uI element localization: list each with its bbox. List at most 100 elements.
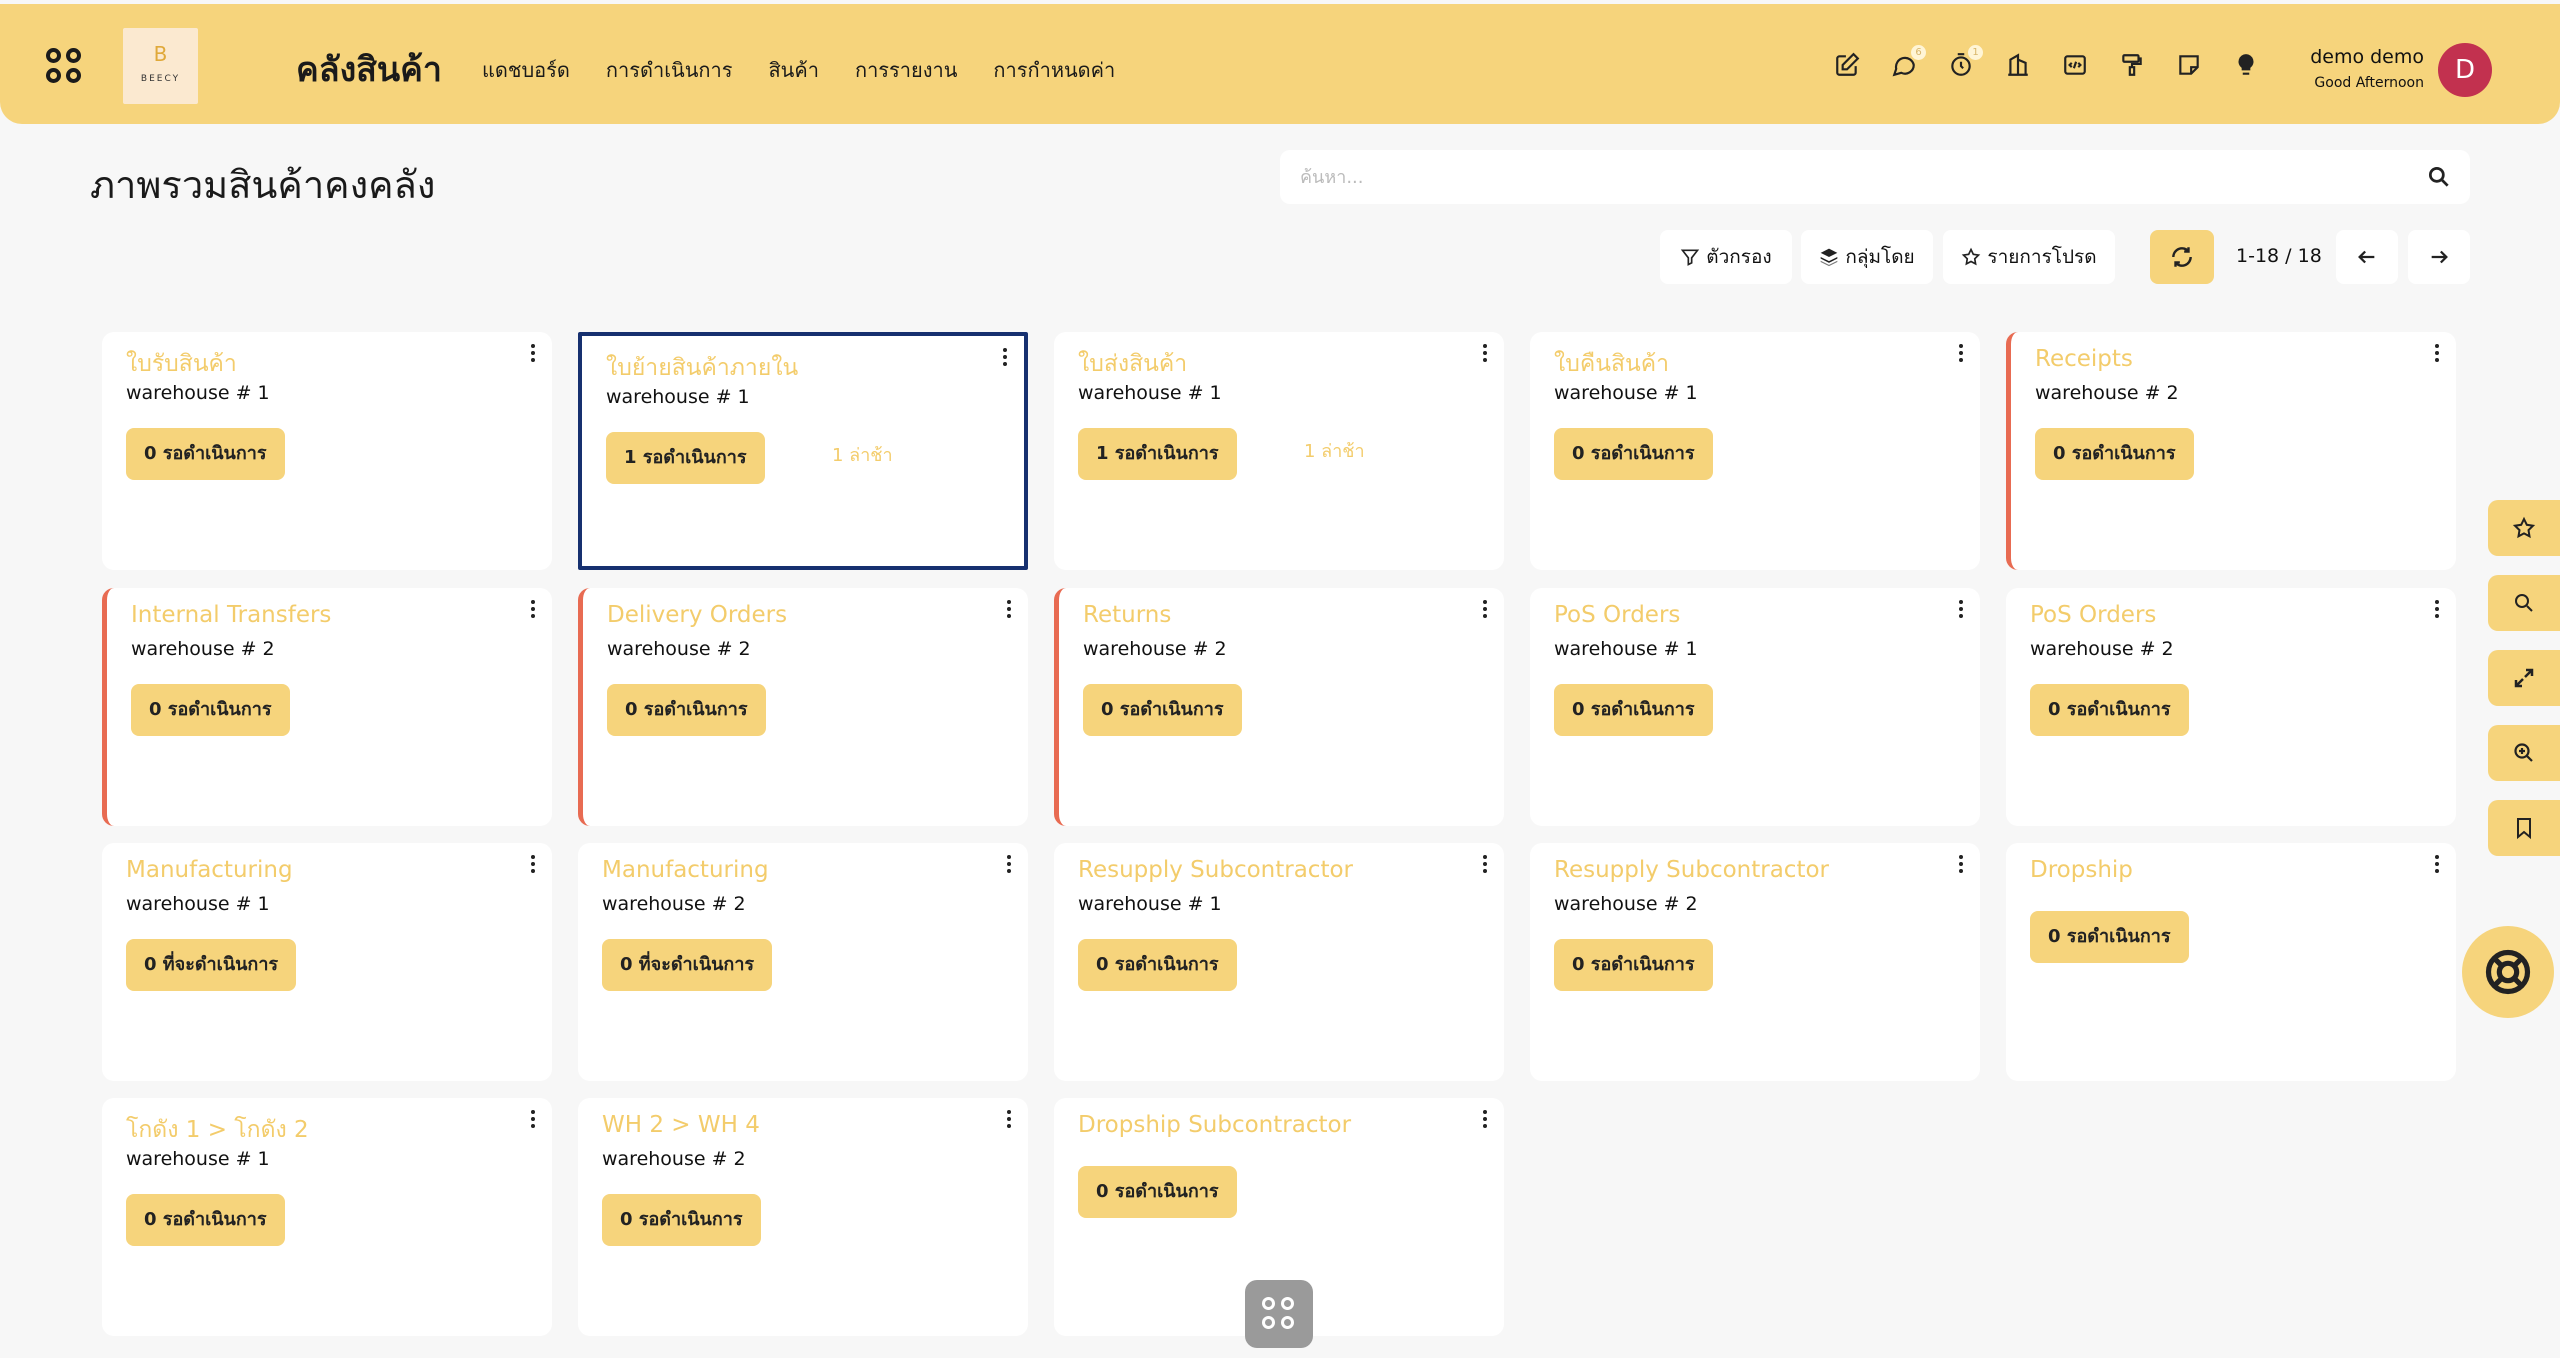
chat-icon[interactable]: 6 xyxy=(1891,45,1926,78)
kanban-card[interactable]: Internal Transfers warehouse # 2 0 รอดำเนิ… xyxy=(102,588,552,826)
kanban-card[interactable]: Resupply Subcontractor warehouse # 2 0 รอด… xyxy=(1530,843,1980,1081)
apps-menu-icon[interactable] xyxy=(46,48,86,88)
kebab-menu-icon[interactable] xyxy=(1480,855,1490,877)
user-name[interactable]: demo demo xyxy=(2310,46,2424,68)
card-title[interactable]: ใบย้ายสินค้าภายใน xyxy=(606,350,798,386)
card-title[interactable]: ใบคืนสินค้า xyxy=(1554,346,1669,382)
kanban-card[interactable]: WH 2 > WH 4 warehouse # 2 0 รอดำเนินการ xyxy=(578,1098,1028,1336)
card-title[interactable]: Delivery Orders xyxy=(607,602,787,628)
company-logo[interactable]: B BEECY xyxy=(123,28,198,104)
kanban-card[interactable]: Manufacturing warehouse # 1 0 ที่จะดำเนินก… xyxy=(102,843,552,1081)
card-title[interactable]: Dropship Subcontractor xyxy=(1078,1112,1351,1138)
float-fullscreen-button[interactable] xyxy=(2488,650,2560,706)
kebab-menu-icon[interactable] xyxy=(528,1110,538,1132)
kebab-menu-icon[interactable] xyxy=(1004,600,1014,622)
avatar[interactable]: D xyxy=(2438,43,2492,97)
card-title[interactable]: Internal Transfers xyxy=(131,602,331,628)
kanban-card[interactable]: ใบส่งสินค้า warehouse # 1 1 รอดำเนินการ 1 ล… xyxy=(1054,332,1504,570)
menu-item-dashboard[interactable]: แดชบอร์ด xyxy=(482,54,570,86)
card-title[interactable]: Returns xyxy=(1083,602,1171,628)
group-by-button[interactable]: กลุ่มโดย xyxy=(1801,230,1933,284)
card-pending-button[interactable]: 0 รอดำเนินการ xyxy=(1554,428,1713,480)
card-late-link[interactable]: 1 ล่าช้า xyxy=(832,440,893,469)
kanban-card[interactable]: PoS Orders warehouse # 2 0 รอดำเนินการ xyxy=(2006,588,2456,826)
kanban-card[interactable]: ใบรับสินค้า warehouse # 1 0 รอดำเนินการ xyxy=(102,332,552,570)
kebab-menu-icon[interactable] xyxy=(1004,1110,1014,1132)
card-title[interactable]: Manufacturing xyxy=(126,857,293,883)
refresh-button[interactable] xyxy=(2150,230,2214,284)
filter-button[interactable]: ตัวกรอง xyxy=(1660,230,1792,284)
kanban-card[interactable]: Receipts warehouse # 2 0 รอดำเนินการ xyxy=(2006,332,2456,570)
kanban-card[interactable]: ใบคืนสินค้า warehouse # 1 0 รอดำเนินการ xyxy=(1530,332,1980,570)
kebab-menu-icon[interactable] xyxy=(1480,344,1490,366)
search-input[interactable] xyxy=(1300,162,2400,192)
help-button[interactable] xyxy=(2462,926,2554,1018)
card-title[interactable]: PoS Orders xyxy=(2030,602,2156,628)
card-pending-button[interactable]: 0 รอดำเนินการ xyxy=(2035,428,2194,480)
company-switch-icon[interactable] xyxy=(2005,52,2031,78)
pager-value[interactable]: 1-18 / 18 xyxy=(2236,245,2322,267)
card-pending-button[interactable]: 0 รอดำเนินการ xyxy=(2030,684,2189,736)
menu-item-reporting[interactable]: การรายงาน xyxy=(855,54,957,86)
menu-item-operations[interactable]: การดำเนินการ xyxy=(606,54,733,86)
kebab-menu-icon[interactable] xyxy=(1480,600,1490,622)
float-search-button[interactable] xyxy=(2488,575,2560,631)
card-title[interactable]: ใบรับสินค้า xyxy=(126,346,237,382)
card-late-link[interactable]: 1 ล่าช้า xyxy=(1304,436,1365,465)
card-pending-button[interactable]: 0 รอดำเนินการ xyxy=(1083,684,1242,736)
timer-icon[interactable]: 1 xyxy=(1948,45,1983,78)
kebab-menu-icon[interactable] xyxy=(528,344,538,366)
card-pending-button[interactable]: 1 รอดำเนินการ xyxy=(1078,428,1237,480)
card-title[interactable]: Resupply Subcontractor xyxy=(1554,857,1829,883)
card-title[interactable]: PoS Orders xyxy=(1554,602,1680,628)
menu-item-configuration[interactable]: การกำหนดค่า xyxy=(993,54,1115,86)
kebab-menu-icon[interactable] xyxy=(2432,855,2442,877)
favorites-button[interactable]: รายการโปรด xyxy=(1943,230,2115,284)
kebab-menu-icon[interactable] xyxy=(1480,1110,1490,1132)
kanban-card[interactable]: Dropship 0 รอดำเนินการ xyxy=(2006,843,2456,1081)
kanban-card[interactable]: Delivery Orders warehouse # 2 0 รอดำเนินกา… xyxy=(578,588,1028,826)
card-pending-button[interactable]: 0 รอดำเนินการ xyxy=(126,428,285,480)
float-zoom-button[interactable] xyxy=(2488,725,2560,781)
card-pending-button[interactable]: 0 รอดำเนินการ xyxy=(607,684,766,736)
kebab-menu-icon[interactable] xyxy=(528,600,538,622)
card-title[interactable]: Receipts xyxy=(2035,346,2133,372)
kebab-menu-icon[interactable] xyxy=(2432,344,2442,366)
edit-icon[interactable] xyxy=(1834,52,1860,78)
float-favorite-button[interactable] xyxy=(2488,500,2560,556)
kanban-card[interactable]: Resupply Subcontractor warehouse # 1 0 รอด… xyxy=(1054,843,1504,1081)
kanban-card[interactable]: Manufacturing warehouse # 2 0 ที่จะดำเนินก… xyxy=(578,843,1028,1081)
card-title[interactable]: ใบส่งสินค้า xyxy=(1078,346,1187,382)
kebab-menu-icon[interactable] xyxy=(1956,855,1966,877)
kebab-menu-icon[interactable] xyxy=(1956,600,1966,622)
float-bookmark-button[interactable] xyxy=(2488,800,2560,856)
card-pending-button[interactable]: 0 รอดำเนินการ xyxy=(1078,1166,1237,1218)
kanban-card[interactable]: Returns warehouse # 2 0 รอดำเนินการ xyxy=(1054,588,1504,826)
card-title[interactable]: WH 2 > WH 4 xyxy=(602,1112,760,1138)
search-icon[interactable] xyxy=(2426,164,2452,190)
kanban-card[interactable]: PoS Orders warehouse # 1 0 รอดำเนินการ xyxy=(1530,588,1980,826)
card-pending-button[interactable]: 0 รอดำเนินการ xyxy=(1554,684,1713,736)
kanban-card[interactable]: โกดัง 1 > โกดัง 2 warehouse # 1 0 รอดำเนิน… xyxy=(102,1098,552,1336)
paint-roller-icon[interactable] xyxy=(2119,52,2145,78)
card-pending-button[interactable]: 0 รอดำเนินการ xyxy=(602,1194,761,1246)
card-pending-button[interactable]: 0 รอดำเนินการ xyxy=(1078,939,1237,991)
card-pending-button[interactable]: 0 รอดำเนินการ xyxy=(131,684,290,736)
lightbulb-icon[interactable] xyxy=(2233,52,2259,78)
pager-previous-button[interactable] xyxy=(2336,230,2398,284)
kebab-menu-icon[interactable] xyxy=(1004,855,1014,877)
kanban-card[interactable]: ใบย้ายสินค้าภายใน warehouse # 1 1 รอดำเนิน… xyxy=(578,332,1028,570)
code-icon[interactable] xyxy=(2062,52,2088,78)
card-pending-button[interactable]: 0 ที่จะดำเนินการ xyxy=(602,939,773,991)
card-title[interactable]: โกดัง 1 > โกดัง 2 xyxy=(126,1112,309,1148)
sticky-note-icon[interactable] xyxy=(2176,52,2202,78)
card-pending-button[interactable]: 0 รอดำเนินการ xyxy=(1554,939,1713,991)
card-pending-button[interactable]: 0 รอดำเนินการ xyxy=(2030,911,2189,963)
card-title[interactable]: Manufacturing xyxy=(602,857,769,883)
kebab-menu-icon[interactable] xyxy=(1956,344,1966,366)
pager-next-button[interactable] xyxy=(2408,230,2470,284)
app-title[interactable]: คลังสินค้า xyxy=(296,42,442,96)
card-pending-button[interactable]: 1 รอดำเนินการ xyxy=(606,432,765,484)
card-pending-button[interactable]: 0 รอดำเนินการ xyxy=(126,1194,285,1246)
bottom-apps-button[interactable] xyxy=(1245,1280,1313,1348)
